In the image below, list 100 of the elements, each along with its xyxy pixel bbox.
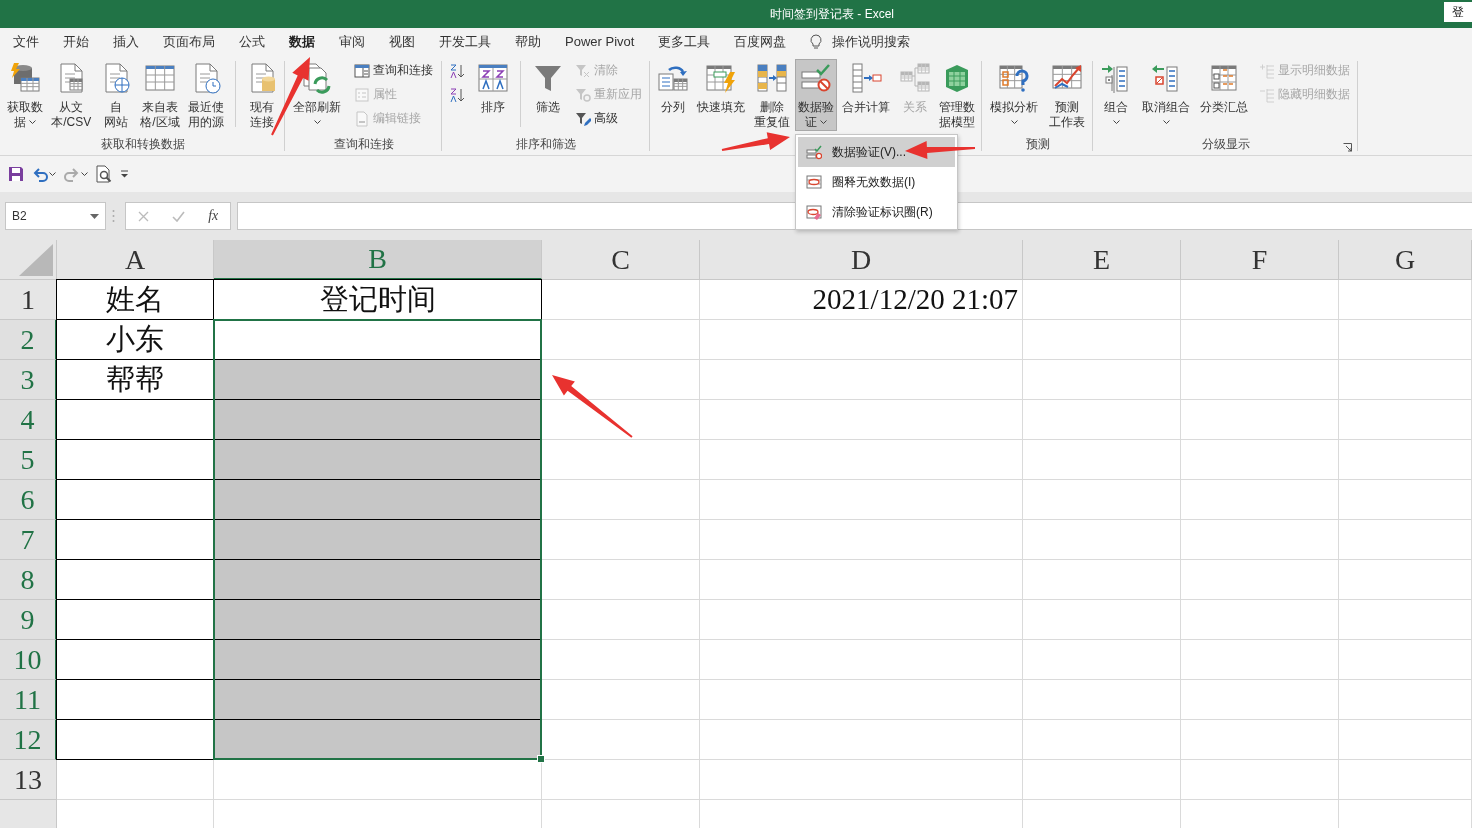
row-header[interactable]: 4 [0,400,57,440]
row-header[interactable]: 8 [0,560,57,600]
ribbon-tab[interactable]: 视图 [377,28,427,55]
fill-handle[interactable] [537,755,545,763]
ribbon-button[interactable]: 最近使 用的源 [185,59,228,131]
ribbon-tab[interactable]: 百度网盘 [722,28,799,55]
clear-filter-icon [574,62,591,79]
menu-item[interactable]: 数据验证(V)... [798,137,955,167]
column-header[interactable]: D [700,240,1023,280]
ribbon-button[interactable]: 获取数 据 [3,59,46,131]
group-label: 查询和连接 [333,137,394,151]
ribbon-button[interactable]: 删除 重复值 [750,59,793,131]
table-cell: 登记时间 [213,279,542,320]
caret-icon [820,120,828,126]
table-cell: 姓名 [56,279,214,320]
sort-grid-icon [476,62,509,94]
column-header[interactable]: C [542,240,700,280]
data-validation-icon [806,144,822,160]
column-header[interactable]: B [214,240,542,280]
customize-toolbar-button[interactable] [118,168,131,180]
drag-handle-icon[interactable] [112,209,115,223]
database-table-icon [8,62,41,94]
ribbon-button[interactable]: 快速填充 [694,59,749,131]
ribbon-button[interactable]: 高级 [572,107,644,130]
caret-icon [49,171,56,177]
ribbon-button[interactable]: 模拟分析 [987,59,1041,131]
print-preview-icon [96,165,112,183]
remove-duplicates-icon [755,62,788,94]
ribbon-tab[interactable]: 开发工具 [427,28,503,55]
sort-descending-icon [450,86,467,103]
ribbon-tab[interactable]: 页面布局 [151,28,227,55]
column-header[interactable]: A [57,240,214,280]
row-header[interactable]: 1 [0,280,57,320]
ribbon-button[interactable]: 现有 连接 [243,59,282,131]
ribbon-button[interactable]: 筛选 [529,59,568,131]
menu-item[interactable]: 清除验证标识圈(R) [798,197,955,227]
dialog-launcher-icon[interactable] [1343,143,1352,152]
table-icon [144,62,176,94]
name-box[interactable]: B2 [5,202,106,230]
ribbon-button[interactable]: 自 网站 [96,59,135,131]
caret-icon [28,120,36,126]
row-header[interactable]: 10 [0,640,57,680]
caret-icon [313,120,321,126]
hide-detail-icon [1258,86,1275,103]
column-header[interactable]: F [1181,240,1339,280]
ribbon-tab[interactable]: 更多工具 [646,28,723,55]
pointer-arrow [905,141,975,159]
row-header[interactable]: 13 [0,760,57,800]
table-cell: 2021/12/20 21:07 [700,280,1023,320]
check-icon[interactable] [171,210,185,222]
select-all-icon [19,244,53,276]
group-label: 获取和转换数据 [100,137,185,151]
ribbon-button[interactable]: 排序 [473,59,512,131]
row-header[interactable]: 3 [0,360,57,400]
ribbon-tab[interactable]: 公式 [227,28,277,55]
caret-icon [1112,120,1120,126]
ribbon-tab[interactable]: Power Pivot [553,28,647,55]
what-if-icon [998,62,1030,94]
sign-in-button[interactable]: 登 [1444,2,1472,22]
row-header[interactable]: 2 [0,320,57,360]
print-preview-button[interactable] [94,163,114,185]
ribbon-button[interactable]: 取消组合 [1139,59,1194,131]
lightbulb-icon [810,33,823,50]
redo-icon [64,166,80,182]
row-header[interactable]: 11 [0,680,57,720]
save-button[interactable] [6,164,26,184]
show-detail-icon [1258,62,1275,79]
tell-me-search[interactable]: 操作说明搜索 [832,32,911,51]
ribbon-button[interactable]: 来自表 格/区域 [137,59,183,131]
row-header[interactable]: 9 [0,600,57,640]
caret-icon [1162,120,1170,126]
ribbon-button[interactable]: 管理数 据模型 [936,59,979,131]
window-title: 时间签到登记表 - Excel [770,5,894,23]
column-header[interactable]: G [1339,240,1472,280]
group-label: 排序和筛选 [516,137,576,151]
consolidate-icon [850,62,883,94]
row-header[interactable]: 6 [0,480,57,520]
ribbon-button[interactable]: 分类汇总 [1196,59,1251,131]
ribbon-tab[interactable]: 文件 [1,28,51,55]
ribbon-button[interactable]: 分列 [653,59,692,131]
ribbon-tab[interactable]: 帮助 [503,28,553,55]
properties-icon [353,86,370,103]
row-header[interactable]: 12 [0,720,57,760]
data-validation-icon [799,62,832,94]
ribbon-tab[interactable]: 插入 [101,28,151,55]
ribbon-button[interactable]: 合并计算 [839,59,894,131]
menu-item[interactable]: 圈释无效数据(I) [798,167,955,197]
ribbon-button[interactable]: 从文 本/CSV [48,59,95,131]
ribbon-button[interactable]: 预测 工作表 [1046,59,1088,131]
row-header[interactable]: 5 [0,440,57,480]
ribbon-tab[interactable]: 审阅 [327,28,377,55]
ribbon-tab[interactable]: 开始 [51,28,101,55]
clear-circles-icon [806,204,822,220]
row-header[interactable]: 7 [0,520,57,560]
ribbon-button[interactable]: 组合 [1097,59,1136,131]
ribbon-button[interactable]: 查询和连接 [351,59,435,82]
relationships-icon [898,62,931,94]
ribbon-button[interactable]: 数据验 证 [794,59,837,131]
column-header[interactable]: E [1023,240,1181,280]
insert-function-button[interactable]: fx [208,208,219,224]
